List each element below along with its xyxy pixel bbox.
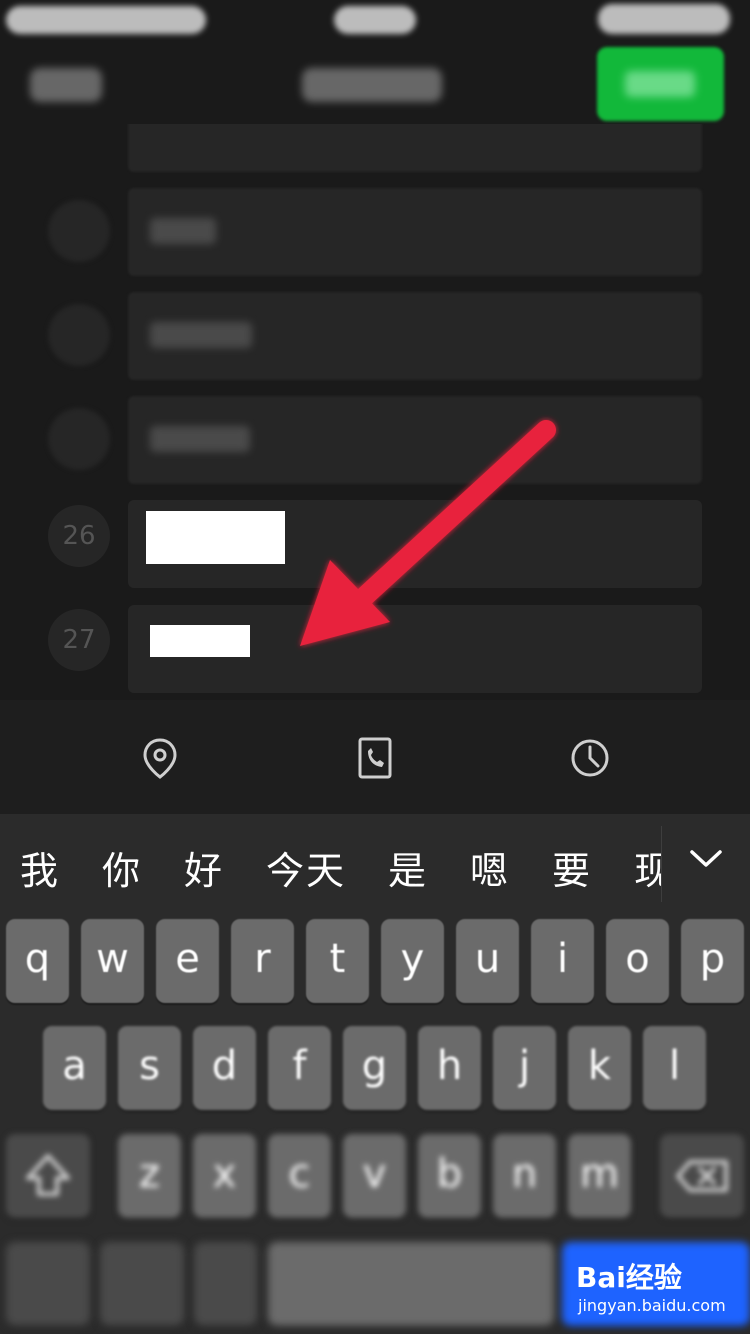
key-j[interactable]: j: [493, 1026, 556, 1110]
annotation-arrow: [300, 420, 556, 646]
candidate-word[interactable]: 现: [634, 840, 662, 895]
done-button[interactable]: [597, 47, 724, 121]
row-number-badge: 26: [48, 505, 110, 567]
key-f[interactable]: f: [268, 1026, 331, 1110]
candidate-word[interactable]: 要: [552, 840, 592, 895]
shift-key[interactable]: [6, 1134, 90, 1218]
key-r[interactable]: r: [231, 919, 294, 1003]
watermark-brand: Bai经验: [576, 1261, 682, 1294]
key-x[interactable]: x: [193, 1134, 256, 1218]
key-c[interactable]: c: [268, 1134, 331, 1218]
phone-card-icon[interactable]: [355, 736, 395, 780]
baidu-jingyan-watermark: Bai经验 jingyan.baidu.com: [574, 1256, 744, 1324]
candidate-word[interactable]: 嗯: [470, 840, 510, 895]
clock: [334, 6, 416, 34]
shift-icon: [26, 1154, 70, 1196]
key-l[interactable]: l: [643, 1026, 706, 1110]
battery-indicator: [598, 4, 730, 34]
page-title: [302, 68, 442, 102]
key-k[interactable]: k: [568, 1026, 631, 1110]
key-p[interactable]: p: [681, 919, 744, 1003]
key-v[interactable]: v: [343, 1134, 406, 1218]
key-m[interactable]: m: [568, 1134, 631, 1218]
redaction-box: [150, 625, 250, 657]
carrier-signal: [6, 6, 206, 34]
list-item: [0, 292, 750, 380]
candidate-word[interactable]: 你: [102, 840, 142, 895]
cancel-button[interactable]: [30, 68, 102, 102]
candidate-word[interactable]: 好: [184, 840, 224, 895]
redaction-box: [146, 511, 285, 564]
space-key[interactable]: [268, 1242, 554, 1326]
key-w[interactable]: w: [81, 919, 144, 1003]
delete-icon: [676, 1160, 728, 1192]
key-y[interactable]: y: [381, 919, 444, 1003]
candidate-bar: 我 你 好 今天 是 嗯 要 现: [0, 814, 750, 914]
clock-icon[interactable]: [570, 736, 610, 780]
key-z[interactable]: z: [118, 1134, 181, 1218]
key-a[interactable]: a: [43, 1026, 106, 1110]
delete-key[interactable]: [660, 1134, 744, 1218]
key-o[interactable]: o: [606, 919, 669, 1003]
key-u[interactable]: u: [456, 919, 519, 1003]
location-icon[interactable]: [140, 736, 180, 780]
numbers-key[interactable]: [6, 1242, 90, 1326]
key-s[interactable]: s: [118, 1026, 181, 1110]
row-number-badge: [48, 408, 110, 470]
status-bar: [0, 0, 750, 44]
key-q[interactable]: q: [6, 919, 69, 1003]
divider: [661, 826, 662, 902]
row-number-badge: [48, 304, 110, 366]
emoji-key[interactable]: [100, 1242, 184, 1326]
key-t[interactable]: t: [306, 919, 369, 1003]
text-field[interactable]: [128, 292, 702, 380]
input-toolbar: [0, 700, 750, 814]
key-n[interactable]: n: [493, 1134, 556, 1218]
watermark-url: jingyan.baidu.com: [578, 1296, 726, 1315]
key-i[interactable]: i: [531, 919, 594, 1003]
candidate-word[interactable]: 我: [20, 840, 60, 895]
key-e[interactable]: e: [156, 919, 219, 1003]
key-b[interactable]: b: [418, 1134, 481, 1218]
text-field[interactable]: [128, 124, 702, 172]
list-item: [0, 124, 750, 172]
row-number-badge: 27: [48, 609, 110, 671]
key-d[interactable]: d: [193, 1026, 256, 1110]
key-h[interactable]: h: [418, 1026, 481, 1110]
row-number-badge: [48, 200, 110, 262]
candidate-word[interactable]: 是: [388, 840, 428, 895]
key-g[interactable]: g: [343, 1026, 406, 1110]
chevron-down-icon[interactable]: [688, 844, 724, 872]
text-field[interactable]: [128, 188, 702, 276]
mic-key[interactable]: [194, 1242, 257, 1326]
candidate-word[interactable]: 今天: [266, 840, 346, 895]
list-item: [0, 188, 750, 276]
